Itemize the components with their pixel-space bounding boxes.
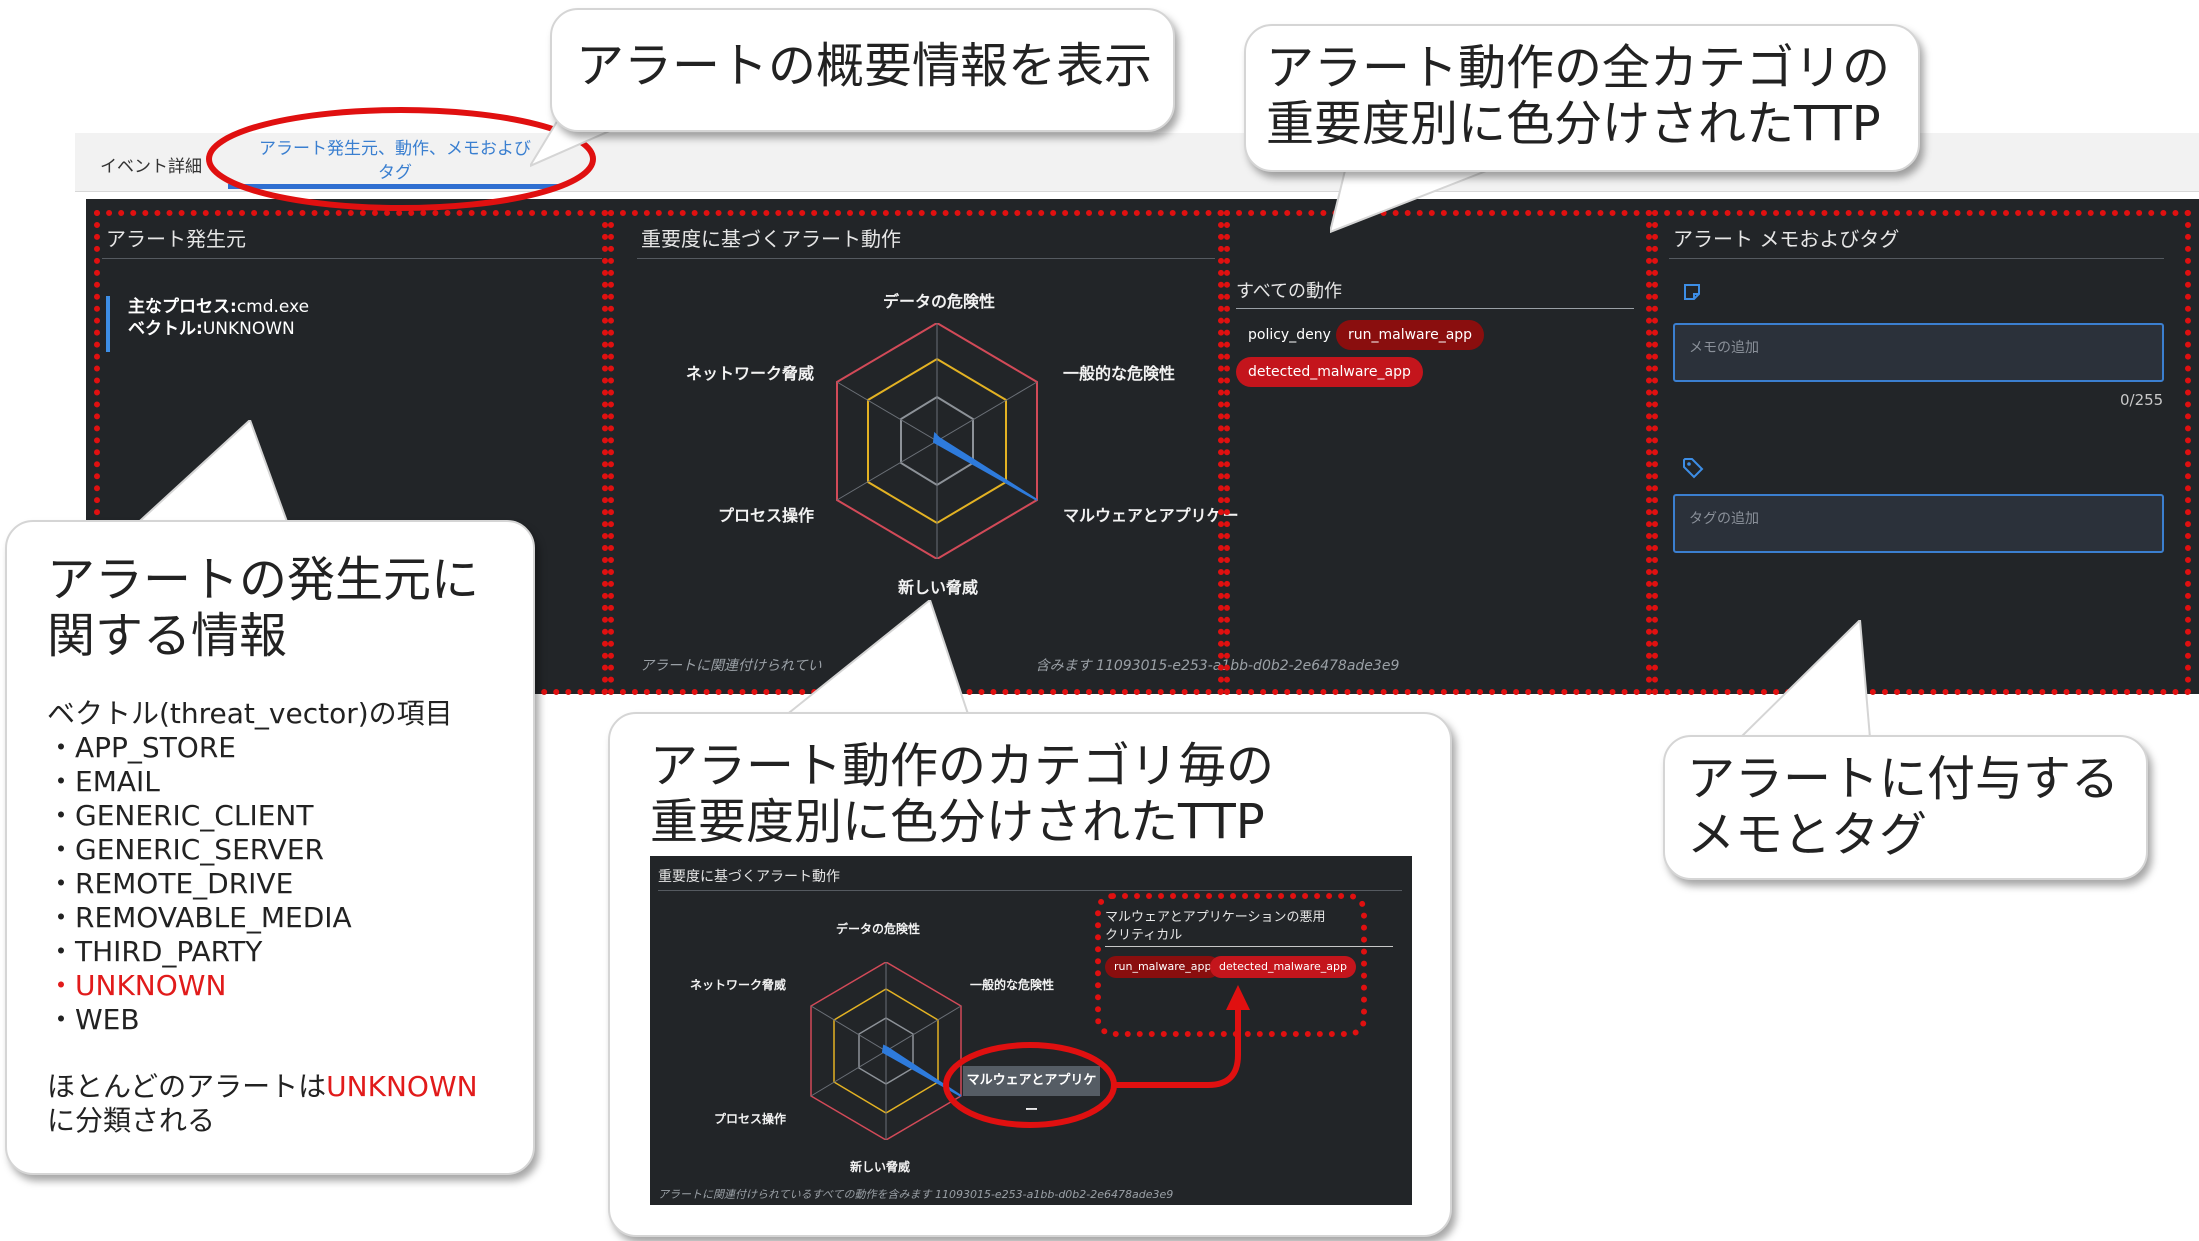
callout-all-categories-line1: アラート動作の全カテゴリの (1266, 40, 1891, 96)
callout-pointer (780, 600, 972, 721)
vector-item: ・REMOVABLE_MEDIA (47, 901, 352, 934)
vector-item: ・WEB (47, 1003, 140, 1036)
callout-overview: アラートの概要情報を表示 (550, 8, 1175, 132)
callout-memo-tags: アラートに付与する メモとタグ (1663, 735, 2148, 880)
classification-note: ほとんどのアラートはUNKNOWN (47, 1070, 478, 1104)
inset-annotation-arrow (943, 985, 1250, 1128)
vector-item-unknown: ・UNKNOWN (47, 969, 227, 1002)
callout-origin-line1: アラートの発生元に (47, 552, 480, 608)
callout-all-categories-line2: 重要度別に色分けされたTTP (1266, 96, 1881, 152)
inset-title: 重要度に基づくアラート動作 (658, 869, 840, 885)
callout-per-category-line1: アラート動作のカテゴリ毎の (650, 738, 1275, 794)
callout-origin-line2: 関する情報 (47, 608, 288, 664)
divider (658, 890, 1402, 891)
callout-pointer (1740, 620, 1872, 739)
highlight-behaviors-panel (1224, 210, 1652, 695)
callout-origin-info: アラートの発生元に 関する情報 ベクトル(threat_vector)の項目 ・… (5, 520, 535, 1175)
callout-per-category-line2: 重要度別に色分けされたTTP (650, 794, 1265, 850)
vector-heading: ベクトル(threat_vector)の項目 (47, 697, 453, 730)
vector-item: ・THIRD_PARTY (47, 935, 263, 968)
inset-axis-process-ops: プロセス操作 (714, 1112, 787, 1126)
inset-footer: アラートに関連付けられているすべての動作を含みます 11093015-e253-… (658, 1188, 1174, 1201)
vector-item: ・APP_STORE (47, 731, 236, 764)
vector-item: ・GENERIC_SERVER (47, 833, 324, 866)
note-highlight: UNKNOWN (326, 1070, 478, 1103)
callout-memo-tags-line2: メモとタグ (1687, 807, 1928, 863)
vector-item: ・GENERIC_CLIENT (47, 799, 314, 832)
callout-pointer (130, 420, 292, 530)
callout-all-categories: アラート動作の全カテゴリの 重要度別に色分けされたTTP (1244, 24, 1920, 172)
inset-axis-network-threat: ネットワーク脅威 (690, 978, 787, 992)
classification-note-line2: に分類される (47, 1104, 216, 1137)
vector-list: ・APP_STORE ・EMAIL ・GENERIC_CLIENT ・GENER… (47, 731, 352, 1037)
tab-event-details[interactable]: イベント詳細 (100, 152, 202, 177)
vector-item: ・REMOTE_DRIVE (47, 867, 294, 900)
highlight-memo-panel (1652, 210, 2191, 695)
inset-axis-data-risk: データの危険性 (836, 922, 921, 936)
note-prefix: ほとんどのアラートは (47, 1070, 327, 1103)
callout-overview-text: アラートの概要情報を表示 (576, 38, 1153, 94)
inset-axis-new-threat: 新しい脅威 (850, 1160, 911, 1174)
vector-item: ・EMAIL (47, 765, 160, 798)
callout-memo-tags-line1: アラートに付与する (1687, 751, 2120, 807)
